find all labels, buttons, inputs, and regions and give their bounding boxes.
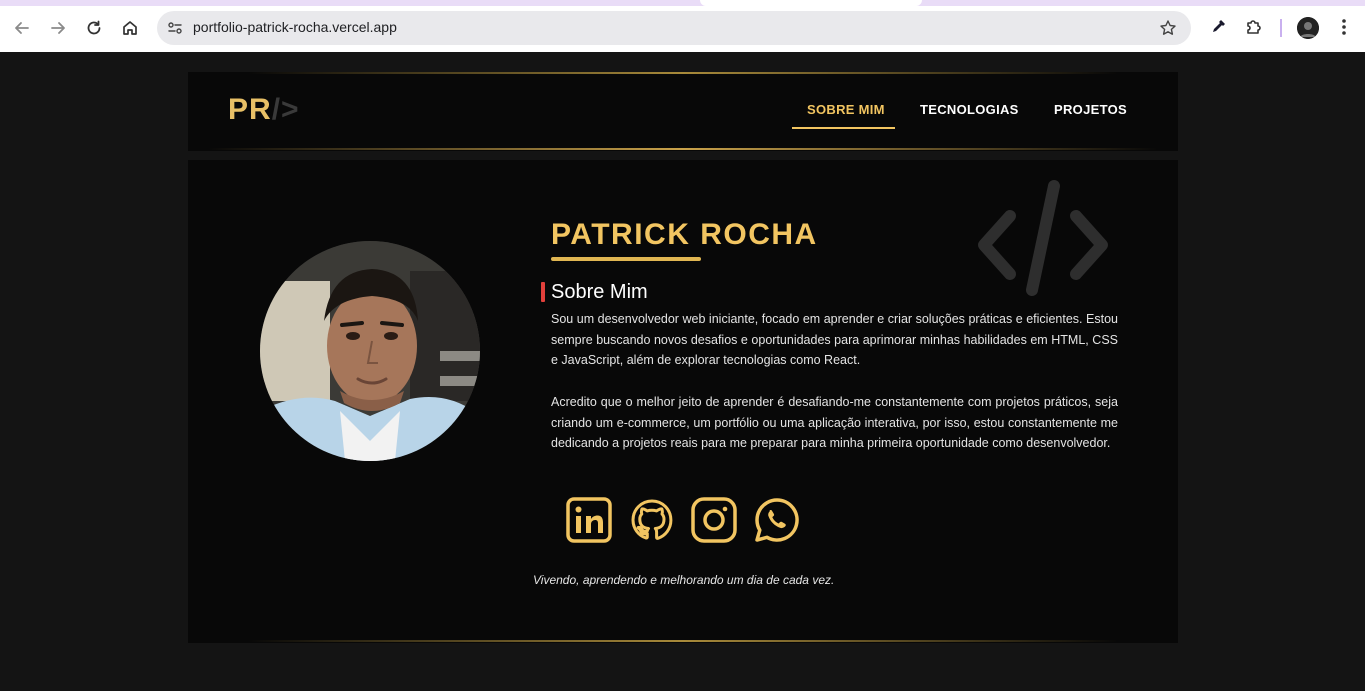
extensions-puzzle-icon[interactable] (1242, 15, 1266, 39)
section-marker (541, 282, 545, 302)
section-title: Sobre Mim (551, 281, 648, 303)
logo-text: PR (228, 93, 272, 126)
code-brackets-icon (978, 178, 1108, 298)
motto-text: Vivendo, aprendendo e melhorando um dia … (533, 573, 835, 587)
name-underline (551, 257, 701, 261)
nav-tecnologias[interactable]: TECNOLOGIAS (920, 102, 1019, 117)
profile-photo (260, 241, 480, 461)
back-icon[interactable] (8, 14, 36, 42)
about-paragraph-2: Acredito que o melhor jeito de aprender … (551, 395, 1118, 451)
header-bottom-glow (208, 148, 1158, 150)
menu-kebab-icon[interactable] (1332, 15, 1356, 39)
logo-slash: /> (271, 93, 300, 126)
url-text[interactable]: portfolio-patrick-rocha.vercel.app (193, 19, 397, 35)
reload-icon[interactable] (80, 14, 108, 42)
github-icon[interactable] (628, 496, 676, 544)
bookmark-star-icon[interactable] (1157, 17, 1179, 39)
nav-projetos[interactable]: PROJETOS (1054, 102, 1127, 117)
site-header: PR/> SOBRE MIM TECNOLOGIAS PROJETOS (188, 72, 1178, 151)
home-icon[interactable] (116, 14, 144, 42)
nav-active-underline (792, 127, 895, 129)
instagram-icon[interactable] (690, 496, 738, 544)
about-section: PATRICK ROCHA Sobre Mim Sou um desenvolv… (188, 160, 1178, 643)
header-top-glow (248, 72, 1118, 74)
profile-avatar[interactable] (1297, 17, 1319, 39)
linkedin-icon[interactable] (565, 496, 613, 544)
page-body: PR/> SOBRE MIM TECNOLOGIAS PROJETOS PATR… (0, 52, 1365, 691)
nav-sobre-mim[interactable]: SOBRE MIM (807, 102, 885, 117)
site-logo[interactable]: PR/> (228, 93, 300, 127)
about-paragraph-1: Sou um desenvolvedor web iniciante, foca… (551, 312, 1118, 368)
section-bottom-glow (248, 640, 1118, 642)
address-bar[interactable]: portfolio-patrick-rocha.vercel.app (157, 11, 1191, 45)
browser-toolbar: portfolio-patrick-rocha.vercel.app (0, 0, 1365, 52)
whatsapp-icon[interactable] (753, 496, 801, 544)
forward-icon[interactable] (44, 14, 72, 42)
profile-name: PATRICK ROCHA (551, 218, 818, 251)
eyedropper-extension-icon[interactable] (1206, 15, 1230, 39)
toolbar-divider (1280, 19, 1282, 37)
site-info-icon[interactable] (165, 18, 185, 38)
active-tab-edge (700, 0, 922, 6)
tab-strip (0, 0, 1365, 6)
